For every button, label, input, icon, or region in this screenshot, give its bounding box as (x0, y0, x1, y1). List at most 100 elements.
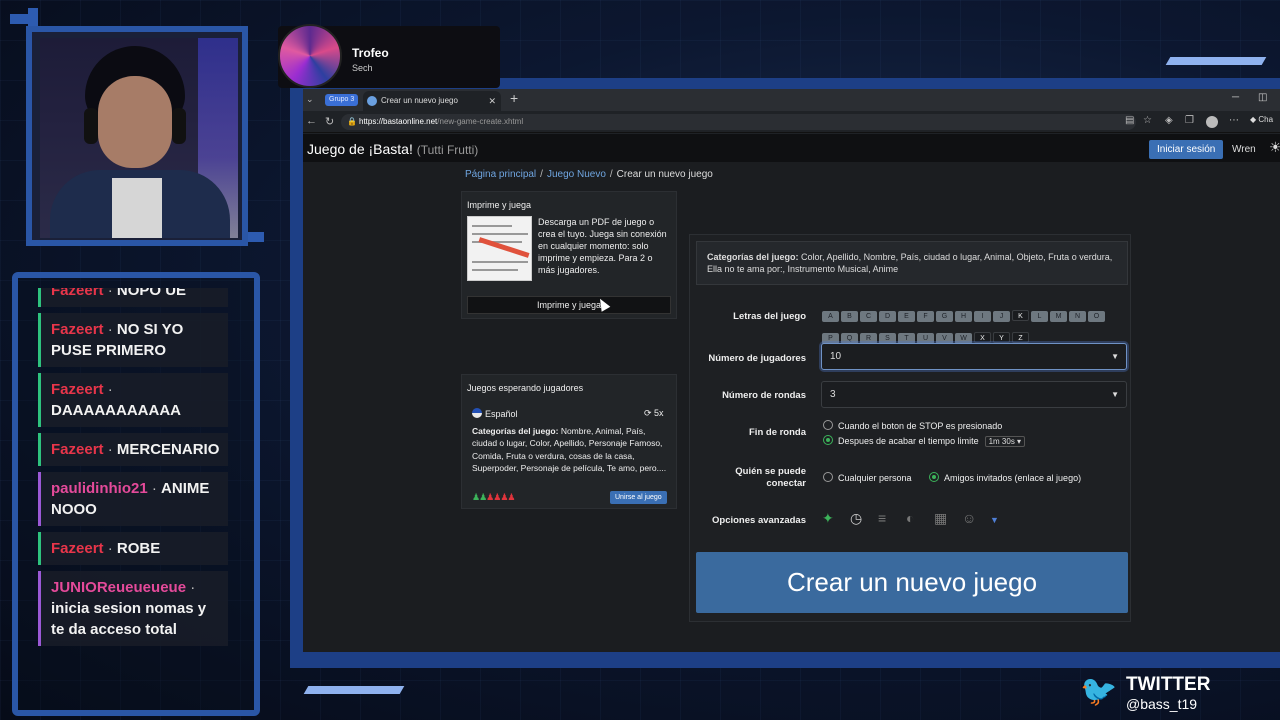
tab-group-label[interactable]: Grupo 3 (325, 94, 359, 106)
twitter-username: @bass_t19 (1126, 696, 1198, 712)
list-edit-icon[interactable]: ≡ (878, 510, 906, 526)
print-thumbnail (467, 216, 532, 281)
letter-toggle-y[interactable]: Y (993, 332, 1010, 343)
letter-toggle-f[interactable]: F (917, 311, 934, 322)
clock-icon[interactable]: ◷ (850, 510, 878, 527)
extensions-icon[interactable]: ◈ (1165, 115, 1173, 126)
brand-subtitle: (Tutti Frutti) (416, 143, 479, 157)
end-round-label: Fin de ronda (749, 427, 806, 438)
site-header: Juego de ¡Basta! (Tutti Frutti) Iniciar … (303, 134, 1280, 162)
more-menu-icon[interactable]: ⋯ (1229, 115, 1239, 126)
site-brand[interactable]: Juego de ¡Basta! (Tutti Frutti) (307, 141, 478, 157)
webcam-frame (26, 26, 248, 246)
dropdown-arrow-icon: ▼ (1111, 352, 1119, 361)
letter-toggle-n[interactable]: N (1069, 311, 1086, 322)
letter-toggle-g[interactable]: G (936, 311, 953, 322)
collections-icon[interactable]: ❐ (1185, 115, 1194, 126)
browser-frame-left (290, 89, 303, 652)
user-check-icon[interactable]: ☺ (962, 510, 990, 526)
create-game-form: Categorías del juego: Color, Apellido, N… (689, 234, 1131, 622)
expand-chevron-icon[interactable]: ▼ (990, 515, 1018, 525)
new-tab-icon[interactable]: + (510, 90, 518, 106)
players-select[interactable]: 10 ▼ (821, 343, 1127, 370)
letter-toggle-j[interactable]: J (993, 311, 1010, 322)
form-categories[interactable]: Categorías del juego: Color, Apellido, N… (696, 241, 1128, 285)
restore-icon[interactable]: ◫ (1258, 92, 1267, 103)
chat-panel: Fazeert · NOPO UE Fazeert · NO SI YO PUSE… (38, 288, 228, 712)
letter-toggle-i[interactable]: I (974, 311, 991, 322)
login-button[interactable]: Iniciar sesión (1149, 140, 1224, 159)
radio-icon (823, 420, 833, 430)
players-label: Número de jugadores (708, 353, 806, 364)
letter-toggle-h[interactable]: H (955, 311, 972, 322)
rounds-select[interactable]: 3 ▼ (821, 381, 1127, 408)
join-game-button[interactable]: Unirse al juego (610, 491, 667, 504)
connect-option-friends[interactable]: Amigos invitados (enlace al juego) (929, 472, 1081, 483)
end-round-option-stop[interactable]: Cuando el boton de STOP es presionado (823, 420, 1002, 431)
advanced-options: ✦ ◷ ≡ ◐ ▦ ☺ ▼ (822, 510, 1018, 527)
print-card-description: Descarga un PDF de juego o crea el tuyo.… (538, 217, 667, 275)
print-card: Imprime y juega Descarga un PDF de juego… (461, 191, 677, 319)
radio-checked-icon (823, 435, 833, 445)
letter-toggle-l[interactable]: L (1031, 311, 1048, 322)
sparkles-icon[interactable]: ✦ (822, 510, 850, 527)
frame-deco (303, 686, 405, 694)
address-bar-row: ← ↻ 🔒 https://bastaonline.net/new-game-c… (303, 111, 1280, 133)
letter-toggle-o[interactable]: O (1088, 311, 1105, 322)
letter-toggle-z[interactable]: Z (1012, 332, 1029, 343)
letter-toggle-b[interactable]: B (841, 311, 858, 322)
letter-toggle-a[interactable]: A (822, 311, 839, 322)
copilot-button[interactable]: ◆ Cha (1250, 115, 1273, 124)
chat-message: paulidinhio21 · ANIME NOOO (38, 472, 228, 526)
letter-toggle-x[interactable]: X (974, 332, 991, 343)
create-game-button[interactable]: Crear un nuevo juego (696, 552, 1128, 613)
twitter-bird-icon: 🐦 (1080, 675, 1118, 708)
calendar-icon[interactable]: ▦ (934, 510, 962, 527)
letter-toggle-d[interactable]: D (879, 311, 896, 322)
tab-actions-chevron-icon[interactable]: ⌄ (306, 94, 314, 105)
print-and-play-button[interactable]: Imprime y juega (467, 296, 671, 314)
album-art (278, 24, 342, 88)
letter-toggle-e[interactable]: E (898, 311, 915, 322)
rounds-label: Número de rondas (722, 390, 806, 401)
letter-toggle-c[interactable]: C (860, 311, 877, 322)
end-round-option-time[interactable]: Despues de acabar el tiempo limite 1m 30s… (823, 435, 1026, 447)
print-card-heading: Imprime y juega (467, 200, 532, 210)
minimize-icon[interactable]: ─ (1232, 92, 1239, 103)
letter-toggle-k[interactable]: K (1012, 310, 1029, 321)
webcam-feed (40, 38, 238, 238)
chat-text: DAAAAAAAAAAA (51, 402, 181, 419)
frame-deco (1165, 57, 1267, 65)
chat-message: Fazeert · DAAAAAAAAAAA (38, 373, 228, 427)
user-menu[interactable]: Wren (1232, 144, 1256, 155)
browser-window: ⌄ Grupo 3 Crear un nuevo juego ✕ + ─ ◫ ←… (303, 89, 1280, 652)
waiting-games-card: Juegos esperando jugadores Español ⟳ 5x … (461, 374, 677, 509)
time-limit-select[interactable]: 1m 30s ▾ (984, 436, 1026, 447)
chat-username: Fazeert (51, 381, 104, 398)
url-field[interactable]: 🔒 https://bastaonline.net/new-game-creat… (341, 114, 1136, 130)
tab-active[interactable]: Crear un nuevo juego ✕ (363, 91, 501, 111)
theme-toggle-sun-icon[interactable]: ☀ (1269, 139, 1280, 156)
breadcrumb-home[interactable]: Página principal (465, 169, 536, 180)
palette-icon[interactable]: ◐ (906, 510, 934, 526)
lock-icon: 🔒 (347, 117, 357, 126)
tab-title: Crear un nuevo juego (381, 96, 458, 105)
dropdown-arrow-icon: ▼ (1111, 390, 1119, 399)
player-slots: ♟♟♟♟♟♟ (472, 492, 515, 503)
waiting-card-heading: Juegos esperando jugadores (467, 383, 584, 393)
chat-message: Fazeert · ROBE (38, 532, 228, 565)
favorite-star-icon[interactable]: ☆ (1143, 115, 1152, 126)
connect-option-anyone[interactable]: Cualquier persona (823, 472, 912, 483)
chat-message: Fazeert · NO SI YO PUSE PRIMERO (38, 313, 228, 367)
back-icon[interactable]: ← (306, 115, 317, 127)
profile-avatar[interactable] (1206, 116, 1218, 128)
letter-toggle-m[interactable]: M (1050, 311, 1067, 322)
close-tab-icon[interactable]: ✕ (488, 91, 496, 111)
song-artist: Sech (352, 63, 373, 73)
breadcrumb-new-game[interactable]: Juego Nuevo (547, 169, 606, 180)
chile-flag-icon (472, 408, 482, 418)
reader-icon[interactable]: ▤ (1125, 115, 1134, 126)
refresh-icon[interactable]: ↻ (325, 115, 334, 128)
chat-text: MERCENARIO (116, 441, 220, 458)
game-categories: Categorías del juego: Nombre, Animal, Pa… (472, 426, 667, 474)
